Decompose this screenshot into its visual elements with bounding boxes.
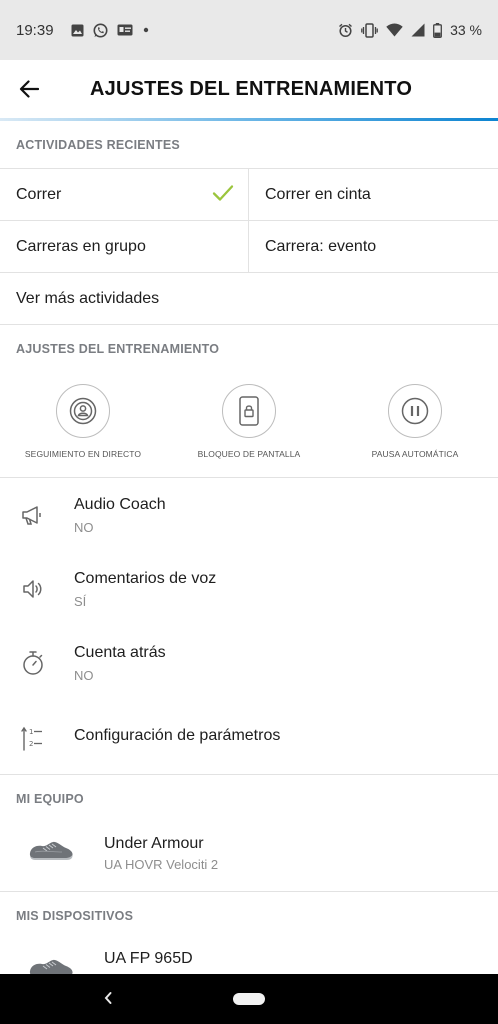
activity-label: Correr — [16, 185, 62, 203]
check-icon — [212, 184, 234, 207]
setting-countdown[interactable]: Cuenta atrás NO — [0, 626, 498, 700]
device-name: UA FP 965D — [104, 950, 193, 967]
svg-text:2: 2 — [29, 740, 33, 748]
feature-label: BLOQUEO DE PANTALLA — [197, 449, 301, 459]
chevron-left-icon — [104, 992, 112, 1004]
header-accent-line — [0, 118, 498, 121]
activity-carreras-en-grupo[interactable]: Carreras en grupo — [16, 221, 248, 272]
feature-label: SEGUIMIENTO EN DIRECTO — [24, 449, 142, 459]
system-back-button[interactable] — [98, 988, 118, 1008]
recent-activities-header: ACTIVIDADES RECIENTES — [16, 138, 180, 152]
divider — [0, 891, 498, 892]
arrow-left-icon — [19, 80, 39, 98]
more-notifications-dot — [142, 26, 150, 34]
setting-title: Comentarios de voz — [74, 570, 217, 587]
device-item[interactable]: UA FP 965D — [0, 938, 498, 974]
activity-label: Correr en cinta — [265, 185, 371, 203]
id-card-icon — [117, 24, 133, 36]
activity-label: Carrera: evento — [265, 237, 377, 255]
page-title: AJUSTES DEL ENTRENAMIENTO — [90, 77, 413, 100]
live-tracking-toggle[interactable]: SEGUIMIENTO EN DIRECTO — [3, 384, 163, 459]
my-devices-header: MIS DISPOSITIVOS — [16, 909, 134, 923]
feature-label: PAUSA AUTOMÁTICA — [371, 449, 459, 459]
megaphone-icon — [20, 503, 46, 529]
more-activities-link[interactable]: Ver más actividades — [16, 273, 496, 324]
parameters-icon: 12 — [20, 724, 48, 752]
activity-label: Carreras en grupo — [16, 237, 146, 255]
stopwatch-icon — [20, 650, 46, 676]
setting-value: NO — [74, 520, 94, 535]
divider — [0, 774, 498, 775]
setting-title: Configuración de parámetros — [74, 727, 281, 744]
speaker-icon — [20, 576, 46, 602]
activity-correr-en-cinta[interactable]: Correr en cinta — [265, 169, 495, 220]
setting-value: NO — [74, 668, 94, 683]
more-activities-label: Ver más actividades — [16, 289, 160, 307]
wifi-icon — [386, 23, 403, 37]
shoe-icon — [28, 838, 74, 869]
live-tracking-icon — [56, 384, 110, 438]
home-pill-button[interactable] — [233, 993, 265, 1005]
activity-carrera-evento[interactable]: Carrera: evento — [265, 221, 495, 272]
status-bar: 19:39 33 % — [0, 0, 498, 60]
setting-value: SÍ — [74, 594, 87, 609]
setting-voice-feedback[interactable]: Comentarios de voz SÍ — [0, 552, 498, 626]
battery-percent: 33 % — [450, 22, 482, 38]
setting-parameters[interactable]: 12 Configuración de parámetros — [0, 700, 498, 774]
shoe-icon — [28, 956, 74, 974]
back-button[interactable] — [0, 60, 58, 118]
auto-pause-toggle[interactable]: PAUSA AUTOMÁTICA — [335, 384, 495, 459]
gallery-icon — [71, 24, 84, 37]
whatsapp-icon — [93, 23, 108, 38]
setting-title: Cuenta atrás — [74, 644, 166, 661]
gear-brand: Under Armour — [104, 835, 204, 852]
gear-model: UA HOVR Velociti 2 — [104, 857, 219, 872]
training-settings-header: AJUSTES DEL ENTRENAMIENTO — [16, 342, 220, 356]
svg-text:1: 1 — [29, 728, 33, 736]
setting-audio-coach[interactable]: Audio Coach NO — [0, 478, 498, 552]
screen-lock-icon — [222, 384, 276, 438]
divider — [0, 324, 498, 325]
screen-lock-toggle[interactable]: BLOQUEO DE PANTALLA — [169, 384, 329, 459]
setting-title: Audio Coach — [74, 496, 166, 513]
battery-icon — [433, 22, 443, 38]
system-navigation-bar — [0, 974, 498, 1024]
alarm-icon — [338, 23, 353, 38]
my-gear-header: MI EQUIPO — [16, 792, 84, 806]
gear-item[interactable]: Under Armour UA HOVR Velociti 2 — [0, 820, 498, 890]
app-bar: AJUSTES DEL ENTRENAMIENTO — [0, 60, 498, 118]
vibrate-icon — [361, 22, 378, 38]
clock: 19:39 — [16, 21, 54, 39]
auto-pause-icon — [388, 384, 442, 438]
cell-signal-icon — [411, 23, 425, 37]
